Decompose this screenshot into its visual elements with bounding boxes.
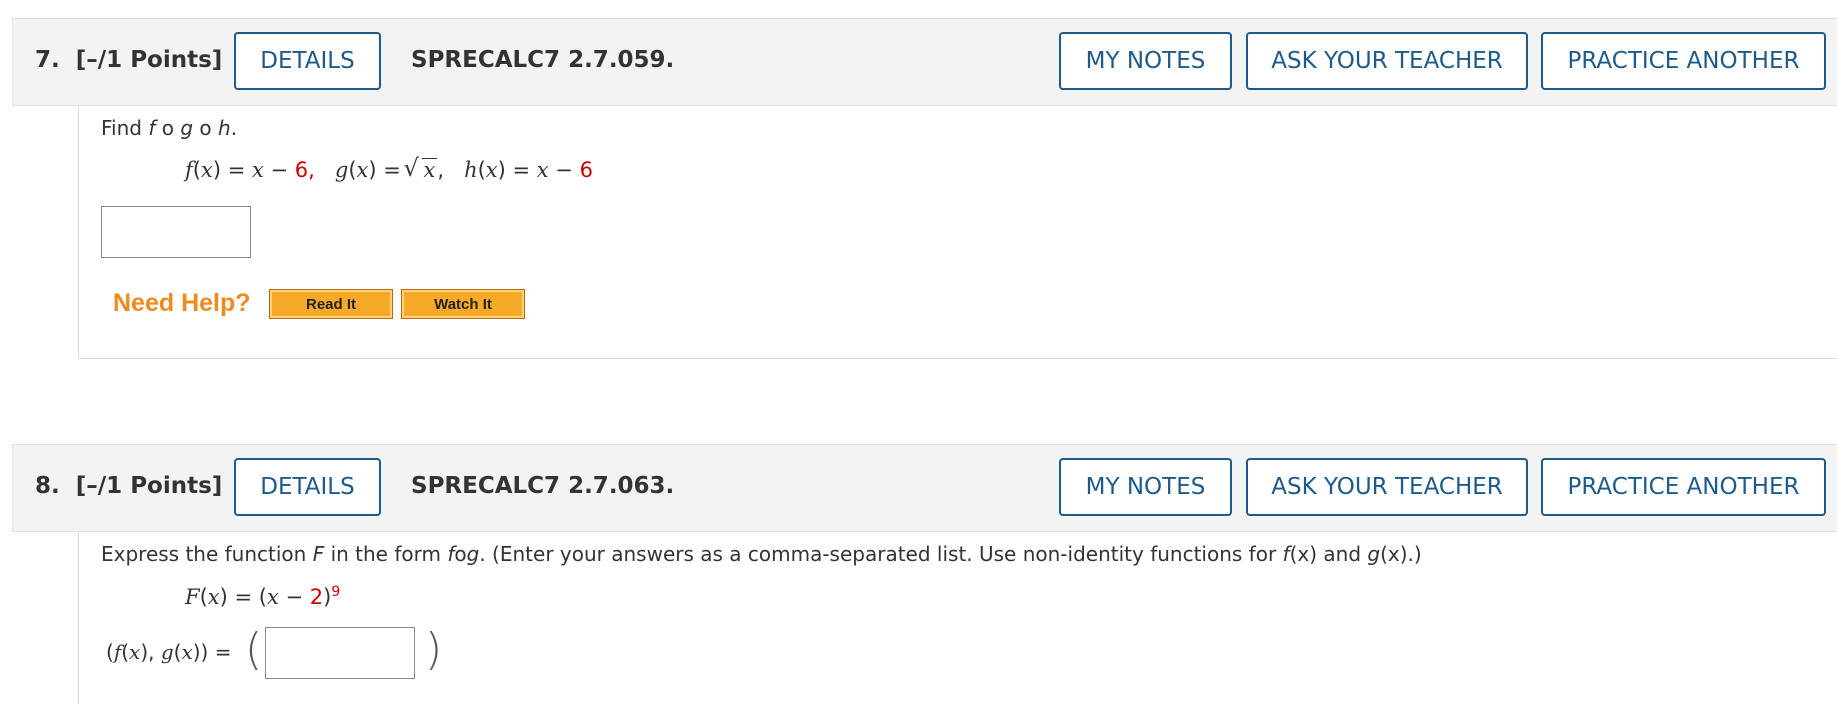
- question-7-body: Find f o g o h. f(x) = x − 6, g(x) = x, …: [78, 106, 1837, 359]
- practice-another-button[interactable]: PRACTICE ANOTHER: [1541, 32, 1826, 90]
- ask-your-teacher-button[interactable]: ASK YOUR TEACHER: [1246, 32, 1528, 90]
- question-7-header: 7. [–/1 Points] DETAILS SPRECALC7 2.7.05…: [12, 18, 1837, 106]
- function-definition: F(x) = (x − 2)9: [185, 584, 341, 609]
- question-prompt: Express the function F in the form fog. …: [101, 542, 1422, 566]
- details-button[interactable]: DETAILS: [234, 458, 381, 516]
- question-8-header: 8. [–/1 Points] DETAILS SPRECALC7 2.7.06…: [12, 444, 1837, 532]
- question-code: SPRECALC7 2.7.063.: [411, 473, 675, 499]
- question-8-body: Express the function F in the form fog. …: [78, 532, 1837, 704]
- read-it-button[interactable]: Read It: [269, 289, 393, 319]
- question-prompt: Find f o g o h.: [101, 116, 238, 140]
- question-code: SPRECALC7 2.7.059.: [411, 47, 675, 73]
- details-button[interactable]: DETAILS: [234, 32, 381, 90]
- points-label: [–/1 Points]: [75, 473, 223, 499]
- close-paren: ): [425, 624, 443, 675]
- points-label: [–/1 Points]: [75, 47, 223, 73]
- watch-it-button[interactable]: Watch It: [401, 289, 525, 319]
- answer-input[interactable]: [101, 206, 251, 258]
- answer-label: (f(x), g(x)) =: [106, 640, 232, 664]
- answer-input[interactable]: [265, 627, 415, 679]
- open-paren: (: [245, 624, 263, 675]
- function-definitions: f(x) = x − 6, g(x) = x, h(x) = x − 6: [185, 155, 593, 182]
- my-notes-button[interactable]: MY NOTES: [1059, 32, 1232, 90]
- question-number: 7. [–/1 Points]: [35, 47, 223, 73]
- ask-your-teacher-button[interactable]: ASK YOUR TEACHER: [1246, 458, 1528, 516]
- practice-another-button[interactable]: PRACTICE ANOTHER: [1541, 458, 1826, 516]
- question-number: 8. [–/1 Points]: [35, 473, 223, 499]
- my-notes-button[interactable]: MY NOTES: [1059, 458, 1232, 516]
- need-help-label: Need Help?: [113, 289, 251, 317]
- square-root-icon: x: [404, 155, 438, 182]
